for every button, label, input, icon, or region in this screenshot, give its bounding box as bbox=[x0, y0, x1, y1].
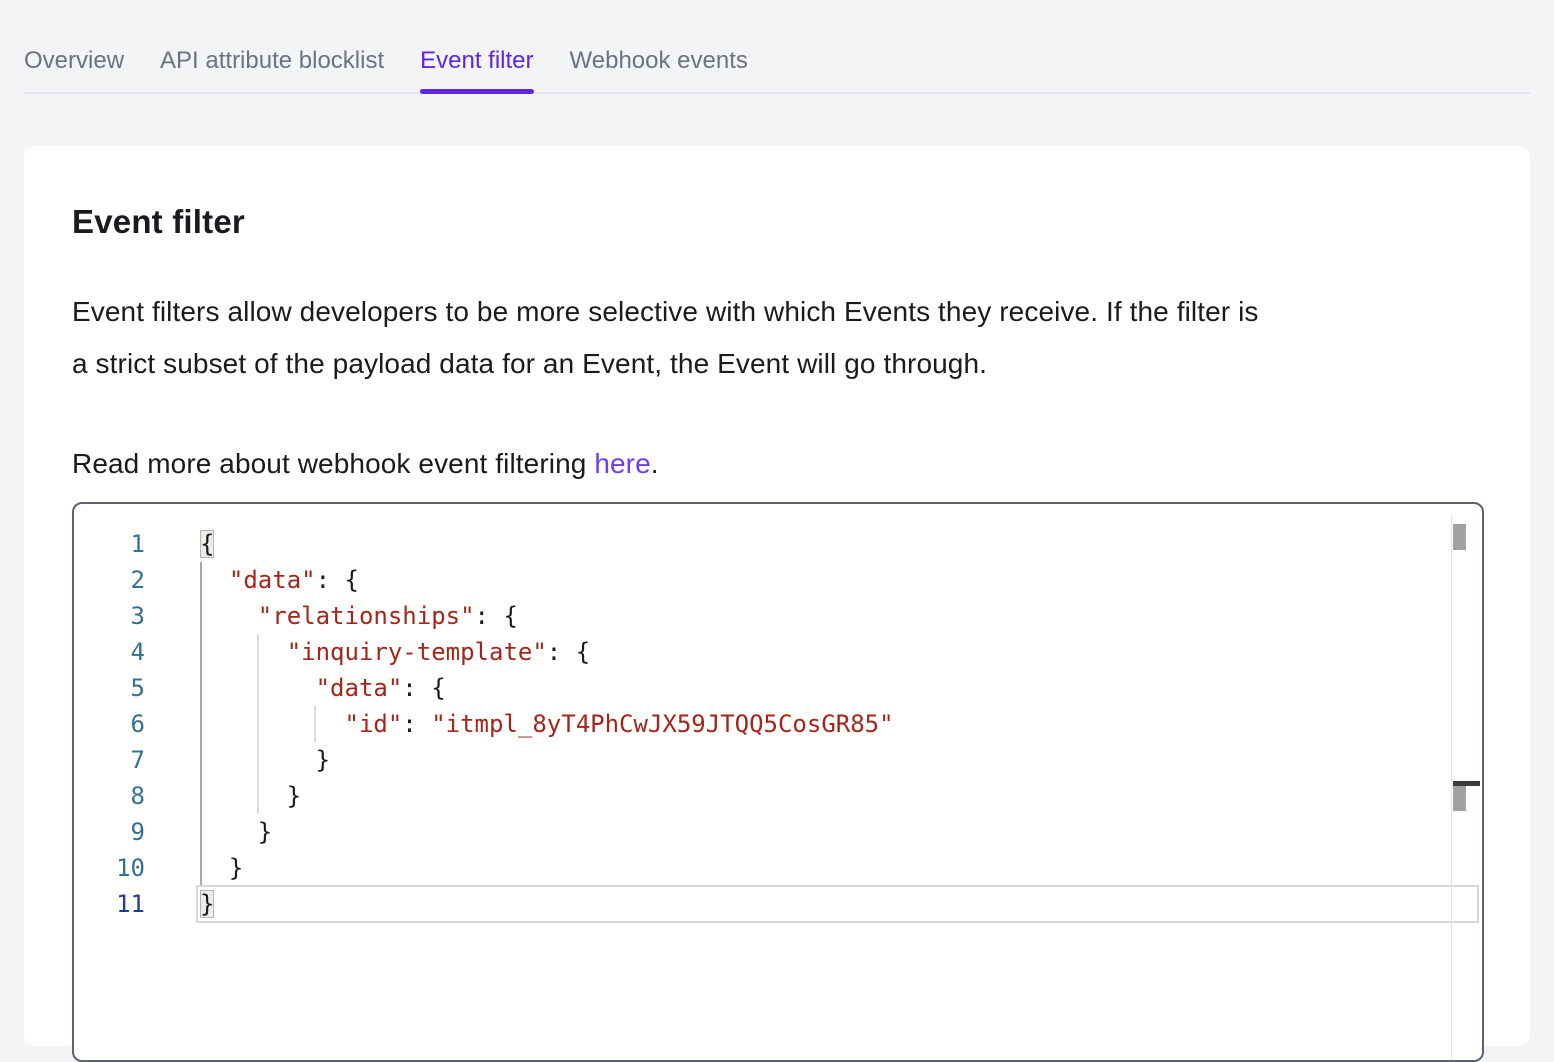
code-text: "id": "itmpl_8yT4PhCwJX59JTQQ5CosGR85" bbox=[200, 706, 894, 742]
scrollbar-thumb[interactable] bbox=[1453, 786, 1466, 811]
code-line-10[interactable]: 10 } bbox=[74, 850, 1482, 886]
read-more-suffix: . bbox=[651, 448, 659, 479]
code-line-1[interactable]: 1{ bbox=[74, 526, 1482, 562]
line-number: 9 bbox=[74, 814, 145, 850]
json-string: "relationships" bbox=[258, 602, 475, 630]
code-token: } bbox=[316, 746, 330, 774]
event-filter-card: Event filter Event filters allow develop… bbox=[24, 146, 1530, 1046]
code-text: { bbox=[200, 526, 214, 562]
matched-bracket: } bbox=[200, 890, 214, 918]
code-text: "relationships": { bbox=[200, 598, 518, 634]
code-text: } bbox=[200, 886, 214, 922]
code-line-9[interactable]: 9 } bbox=[74, 814, 1482, 850]
tab-overview[interactable]: Overview bbox=[24, 46, 124, 92]
json-string: "data" bbox=[316, 674, 403, 702]
matched-bracket: { bbox=[200, 530, 214, 558]
code-text: } bbox=[200, 742, 330, 778]
page-title: Event filter bbox=[72, 202, 1482, 242]
line-number: 5 bbox=[74, 670, 145, 706]
code-line-2[interactable]: 2 "data": { bbox=[74, 562, 1482, 598]
code-text: } bbox=[200, 778, 301, 814]
code-text: } bbox=[200, 850, 243, 886]
code-token bbox=[200, 638, 287, 666]
code-line-5[interactable]: 5 "data": { bbox=[74, 670, 1482, 706]
line-number: 3 bbox=[74, 598, 145, 634]
line-number: 4 bbox=[74, 634, 145, 670]
code-token bbox=[200, 782, 287, 810]
read-more-text: Read more about webhook event filtering … bbox=[72, 438, 1482, 490]
json-string: "data" bbox=[229, 566, 316, 594]
tab-event-filter[interactable]: Event filter bbox=[420, 46, 533, 92]
read-more-prefix: Read more about webhook event filtering bbox=[72, 448, 594, 479]
code-line-7[interactable]: 7 } bbox=[74, 742, 1482, 778]
code-token: : { bbox=[475, 602, 518, 630]
code-text: "inquiry-template": { bbox=[200, 634, 590, 670]
tab-webhook-events[interactable]: Webhook events bbox=[570, 46, 748, 92]
code-token: : bbox=[402, 710, 431, 738]
code-line-8[interactable]: 8 } bbox=[74, 778, 1482, 814]
json-string: "inquiry-template" bbox=[287, 638, 547, 666]
code-token: } bbox=[229, 854, 243, 882]
code-token: } bbox=[258, 818, 272, 846]
code-token bbox=[200, 818, 258, 846]
code-text: "data": { bbox=[200, 670, 446, 706]
scrollbar-thumb[interactable] bbox=[1453, 524, 1466, 550]
json-string: "id" bbox=[345, 710, 403, 738]
description: Event filters allow developers to be mor… bbox=[72, 286, 1482, 390]
code-lines: 1{2 "data": {3 "relationships": {4 "inqu… bbox=[74, 504, 1482, 922]
line-number: 2 bbox=[74, 562, 145, 598]
tab-list: Overview API attribute blocklist Event fil… bbox=[24, 46, 1530, 92]
code-line-11[interactable]: 11} bbox=[74, 886, 1482, 922]
code-token bbox=[200, 674, 316, 702]
line-number: 7 bbox=[74, 742, 145, 778]
description-line: Event filters allow developers to be mor… bbox=[72, 286, 1482, 338]
tab-api-attribute-blocklist[interactable]: API attribute blocklist bbox=[160, 46, 384, 92]
code-text: "data": { bbox=[200, 562, 359, 598]
line-number: 1 bbox=[74, 526, 145, 562]
code-line-6[interactable]: 6 "id": "itmpl_8yT4PhCwJX59JTQQ5CosGR85" bbox=[74, 706, 1482, 742]
description-line: a strict subset of the payload data for … bbox=[72, 338, 1482, 390]
code-token bbox=[200, 602, 258, 630]
line-number: 10 bbox=[74, 850, 145, 886]
code-line-4[interactable]: 4 "inquiry-template": { bbox=[74, 634, 1482, 670]
code-token bbox=[200, 854, 229, 882]
line-number: 8 bbox=[74, 778, 145, 814]
code-token bbox=[200, 746, 316, 774]
line-number: 6 bbox=[74, 706, 145, 742]
code-text: } bbox=[200, 814, 272, 850]
code-token: : { bbox=[547, 638, 590, 666]
tab-bar: Overview API attribute blocklist Event fil… bbox=[24, 0, 1530, 94]
code-editor[interactable]: 1{2 "data": {3 "relationships": {4 "inqu… bbox=[72, 502, 1484, 1062]
code-token: : { bbox=[316, 566, 359, 594]
line-number: 11 bbox=[74, 886, 145, 922]
code-token: : { bbox=[402, 674, 445, 702]
json-string: "itmpl_8yT4PhCwJX59JTQQ5CosGR85" bbox=[431, 710, 893, 738]
scrollbar-track bbox=[1451, 516, 1452, 1060]
here-link[interactable]: here bbox=[594, 448, 650, 479]
code-token: } bbox=[287, 782, 301, 810]
settings-page: Overview API attribute blocklist Event fil… bbox=[0, 0, 1554, 1046]
code-token bbox=[200, 566, 229, 594]
code-token bbox=[200, 710, 345, 738]
code-line-3[interactable]: 3 "relationships": { bbox=[74, 598, 1482, 634]
